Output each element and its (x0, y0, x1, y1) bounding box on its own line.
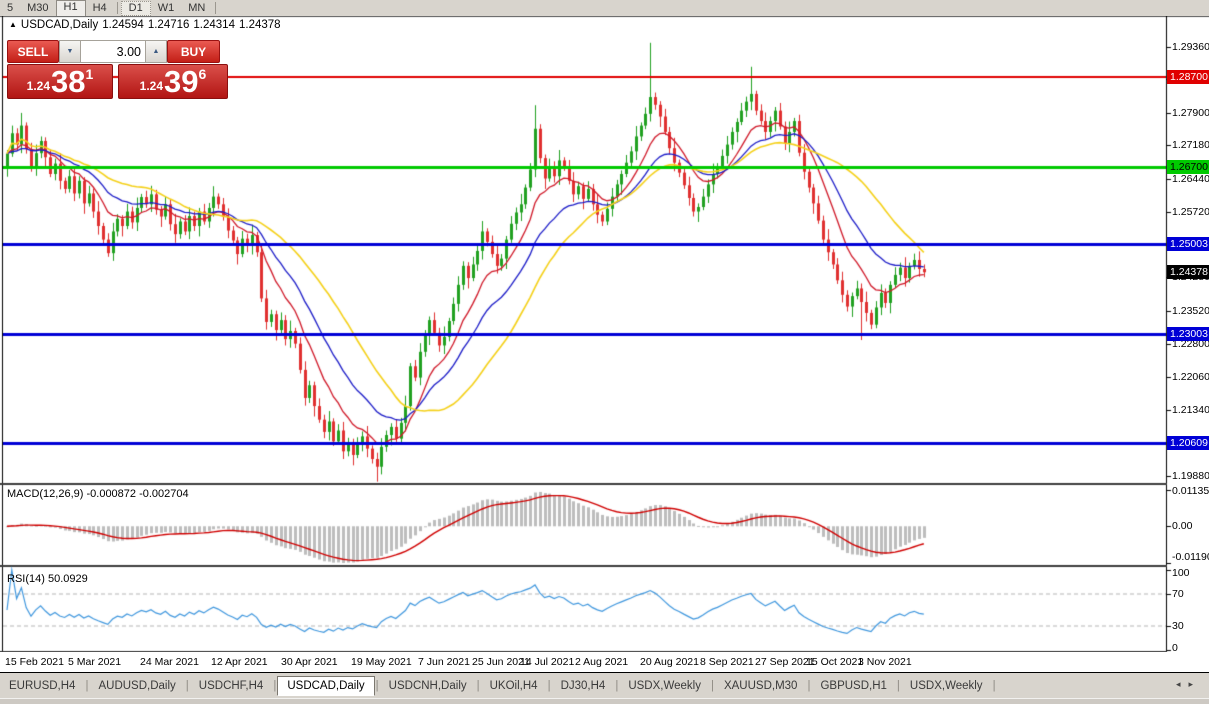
date-axis-label: 8 Sep 2021 (700, 656, 754, 668)
date-axis-label: 7 Jun 2021 (418, 656, 470, 668)
rsi-axis-label: 70 (1172, 588, 1184, 600)
price-axis-label: 1.23520 (1172, 305, 1209, 317)
one-click-trading-panel: SELL ▼ ▲ BUY 1.24 38 1 1.24 39 6 (7, 40, 228, 99)
price-axis-label: 1.29360 (1172, 41, 1209, 53)
price-line-badge: 1.25003 (1167, 237, 1209, 251)
price-axis-label: 1.25720 (1172, 206, 1209, 218)
date-axis-label: 24 Mar 2021 (140, 656, 199, 668)
buy-price-box[interactable]: 1.24 39 6 (118, 64, 228, 99)
date-axis-label: 19 May 2021 (351, 656, 412, 668)
sell-price-prefix: 1.24 (27, 79, 50, 93)
sell-price-pipette: 1 (86, 66, 94, 82)
sell-button[interactable]: SELL (7, 40, 59, 63)
volume-input[interactable] (81, 40, 145, 63)
price-axis-label: 1.19880 (1172, 470, 1209, 482)
price-axis-label: 1.22060 (1172, 371, 1209, 383)
date-axis-label: 14 Jul 2021 (520, 656, 574, 668)
sell-price-big: 38 (51, 68, 85, 96)
date-axis-label: 30 Apr 2021 (281, 656, 338, 668)
rsi-axis-label: 100 (1172, 567, 1190, 579)
price-line-badge: 1.26700 (1167, 160, 1209, 174)
date-axis-label: 15 Oct 2021 (806, 656, 863, 668)
buy-price-prefix: 1.24 (140, 79, 163, 93)
macd-axis-label: 0.01135 (1172, 485, 1209, 497)
axis-labels-layer: 1.293601.286401.279001.271801.264401.257… (0, 0, 1209, 704)
price-axis-label: 1.21340 (1172, 404, 1209, 416)
date-axis-label: 12 Apr 2021 (211, 656, 268, 668)
macd-axis-label: -0.01190 (1172, 551, 1209, 563)
date-axis-label: 15 Feb 2021 (5, 656, 64, 668)
sell-price-box[interactable]: 1.24 38 1 (7, 64, 113, 99)
price-line-badge: 1.23003 (1167, 327, 1209, 341)
mt4-terminal: 5M30H1H4D1W1MN ▲USDCAD,Daily1.245941.247… (0, 0, 1209, 704)
price-axis-label: 1.27900 (1172, 107, 1209, 119)
price-axis-label: 1.26440 (1172, 173, 1209, 185)
rsi-axis-label: 0 (1172, 642, 1178, 654)
buy-price-big: 39 (164, 68, 198, 96)
buy-price-pipette: 6 (199, 66, 207, 82)
price-axis-label: 1.27180 (1172, 139, 1209, 151)
date-axis-label: 3 Nov 2021 (858, 656, 912, 668)
volume-increase-button[interactable]: ▲ (145, 40, 167, 63)
price-line-badge: 1.28700 (1167, 70, 1209, 84)
date-axis-label: 2 Aug 2021 (575, 656, 628, 668)
date-axis-label: 20 Aug 2021 (640, 656, 699, 668)
current-price-badge: 1.24378 (1167, 265, 1209, 279)
price-line-badge: 1.20609 (1167, 436, 1209, 450)
date-axis-label: 5 Mar 2021 (68, 656, 121, 668)
rsi-axis-label: 30 (1172, 620, 1184, 632)
macd-axis-label: 0.00 (1172, 520, 1192, 532)
buy-button[interactable]: BUY (167, 40, 220, 63)
volume-decrease-button[interactable]: ▼ (59, 40, 81, 63)
